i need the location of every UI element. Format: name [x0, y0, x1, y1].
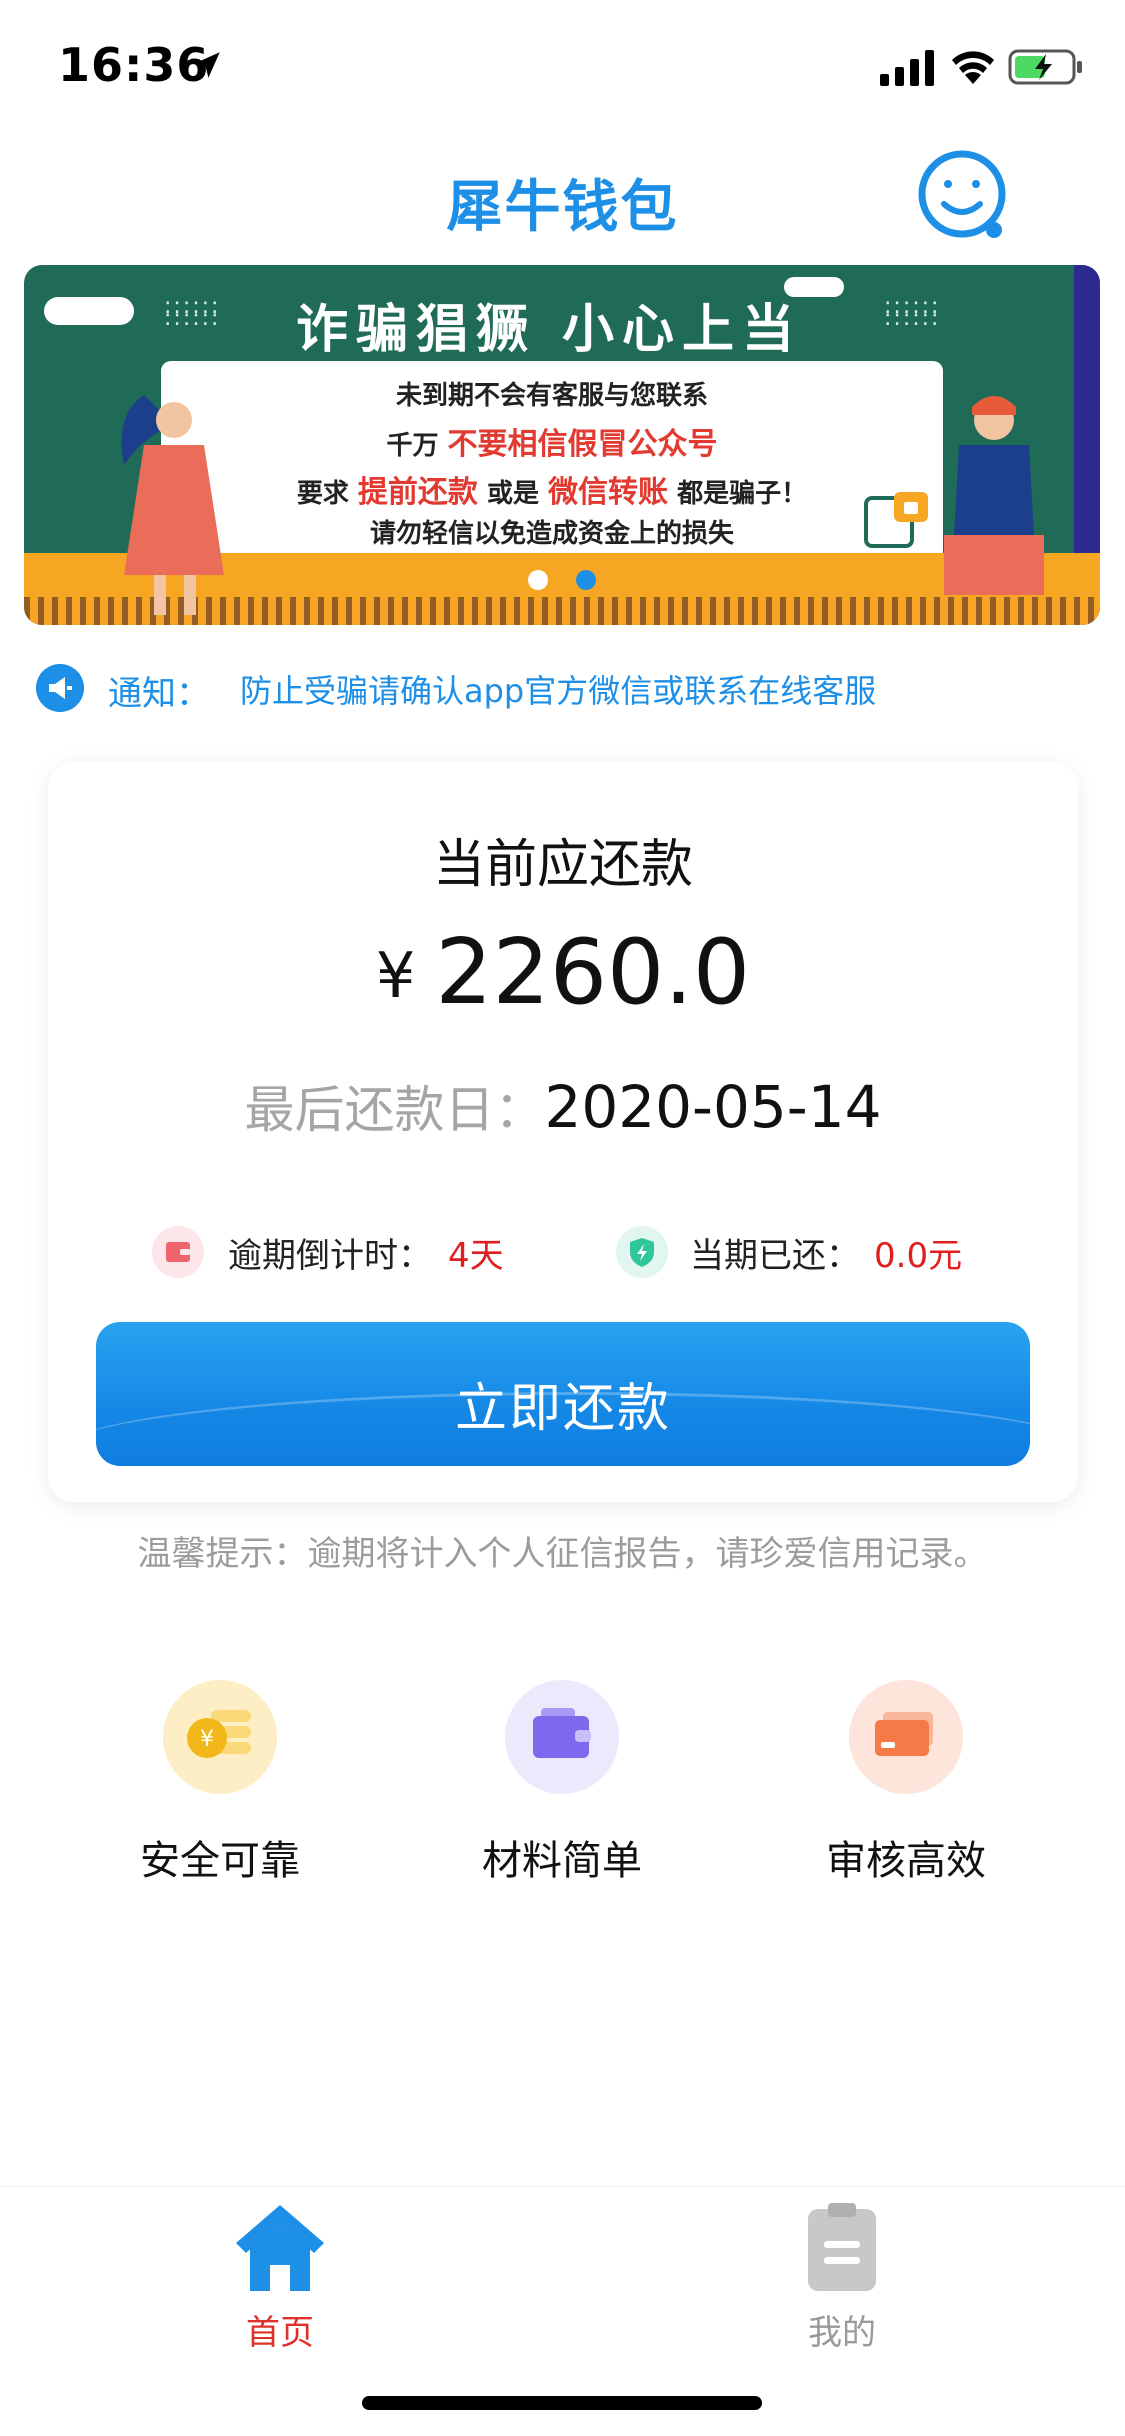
- tab-home-label: 首页: [246, 2313, 314, 2353]
- feature-label: 安全可靠: [140, 1838, 300, 1884]
- megaphone-icon: [36, 664, 84, 712]
- banner-line-2: 千万 不要相信假冒公众号: [161, 419, 943, 463]
- coin-stack-icon: ¥: [163, 1680, 277, 1794]
- tab-mine[interactable]: 我的: [742, 2199, 942, 2354]
- feature-label: 审核高效: [826, 1838, 986, 1884]
- status-time: 16:36: [58, 38, 210, 92]
- tab-mine-label: 我的: [808, 2313, 876, 2353]
- overdue-countdown-value: 4天: [448, 1236, 504, 1276]
- card-icon: [849, 1680, 963, 1794]
- banner-line-3: 要求 提前还款 或是 微信转账 都是骗子！: [161, 467, 943, 511]
- paid-this-period-label: 当期已还：: [690, 1236, 860, 1276]
- banner-line-1: 未到期不会有客服与您联系: [395, 381, 708, 411]
- warm-tip: 温馨提示：逾期将计入个人征信报告，请珍爱信用记录。: [137, 1534, 988, 1574]
- feature-secure: ¥ 安全可靠: [110, 1680, 330, 1886]
- overdue-countdown-label: 逾期倒计时：: [228, 1236, 432, 1276]
- carousel-dot-2-active[interactable]: [576, 570, 596, 590]
- wallet-alert-icon: [152, 1226, 204, 1278]
- banner-line-2-red: 不要相信假冒公众号: [447, 427, 718, 462]
- banner-line-3-suffix: 都是骗子！: [677, 479, 808, 509]
- status-bar: 16:36: [0, 0, 1125, 132]
- home-icon: [236, 2205, 324, 2291]
- cellular-signal-icon: [880, 50, 934, 86]
- banner-line-2-prefix: 千万: [386, 431, 439, 461]
- customer-service-icon[interactable]: [914, 150, 1014, 242]
- repayment-amount: ¥2260.0: [48, 920, 1078, 1025]
- wallet-icon: [505, 1680, 619, 1794]
- currency-symbol: ¥: [375, 939, 416, 1012]
- due-date-label: 最后还款日：: [244, 1081, 545, 1139]
- banner-warning-card: 未到期不会有客服与您联系 千万 不要相信假冒公众号 要求 提前还款 或是 微信转…: [161, 361, 943, 561]
- notice-text: 防止受骗请确认app官方微信或联系在线客服: [240, 672, 877, 710]
- battery-charging-icon: [1008, 49, 1082, 85]
- notice-label: 通知：: [108, 674, 210, 714]
- due-date-row: 最后还款日：2020-05-14: [48, 1070, 1078, 1142]
- woman-illustration: [121, 395, 224, 615]
- location-arrow-icon: [194, 52, 220, 78]
- amount-value: 2260.0: [435, 920, 751, 1025]
- home-indicator[interactable]: [362, 2396, 762, 2410]
- banner-line-3-mid: 或是: [486, 479, 539, 509]
- due-date-value: 2020-05-14: [544, 1073, 882, 1141]
- paid-this-period-value: 0.0元: [874, 1236, 963, 1276]
- repay-now-button[interactable]: 立即还款: [96, 1322, 1030, 1466]
- carousel-dot-1[interactable]: [528, 570, 548, 590]
- tab-home[interactable]: 首页: [180, 2199, 380, 2354]
- repay-now-label: 立即还款: [454, 1380, 671, 1438]
- banner-line-3-red-2: 微信转账: [548, 475, 669, 510]
- feature-efficient-review: 审核高效: [796, 1680, 1016, 1886]
- anti-fraud-banner[interactable]: :::::::::::: :::::::::::: 诈骗猖獗 小心上当 未到期不…: [24, 265, 1100, 625]
- wifi-icon: [952, 51, 994, 84]
- banner-line-3-red-1: 提前还款: [357, 475, 478, 510]
- banner-line-3-prefix: 要求: [296, 479, 349, 509]
- repayment-card: 当前应还款 ¥2260.0 最后还款日：2020-05-14 逾期倒计时： 4天…: [48, 762, 1078, 1502]
- notice-bar[interactable]: 通知： 防止受骗请确认app官方微信或联系在线客服: [36, 662, 1096, 714]
- banner-line-4: 请勿轻信以免造成资金上的损失: [369, 519, 734, 549]
- clipboard-icon: [808, 2203, 876, 2291]
- repayment-title: 当前应还款: [432, 835, 693, 895]
- banner-title: 诈骗猖獗 小心上当: [295, 300, 803, 360]
- feature-label: 材料简单: [482, 1838, 642, 1884]
- svg-text:¥: ¥: [200, 1727, 214, 1752]
- man-illustration: [944, 396, 1044, 595]
- shield-bolt-icon: [616, 1226, 668, 1278]
- feature-simple-materials: 材料简单: [452, 1680, 672, 1886]
